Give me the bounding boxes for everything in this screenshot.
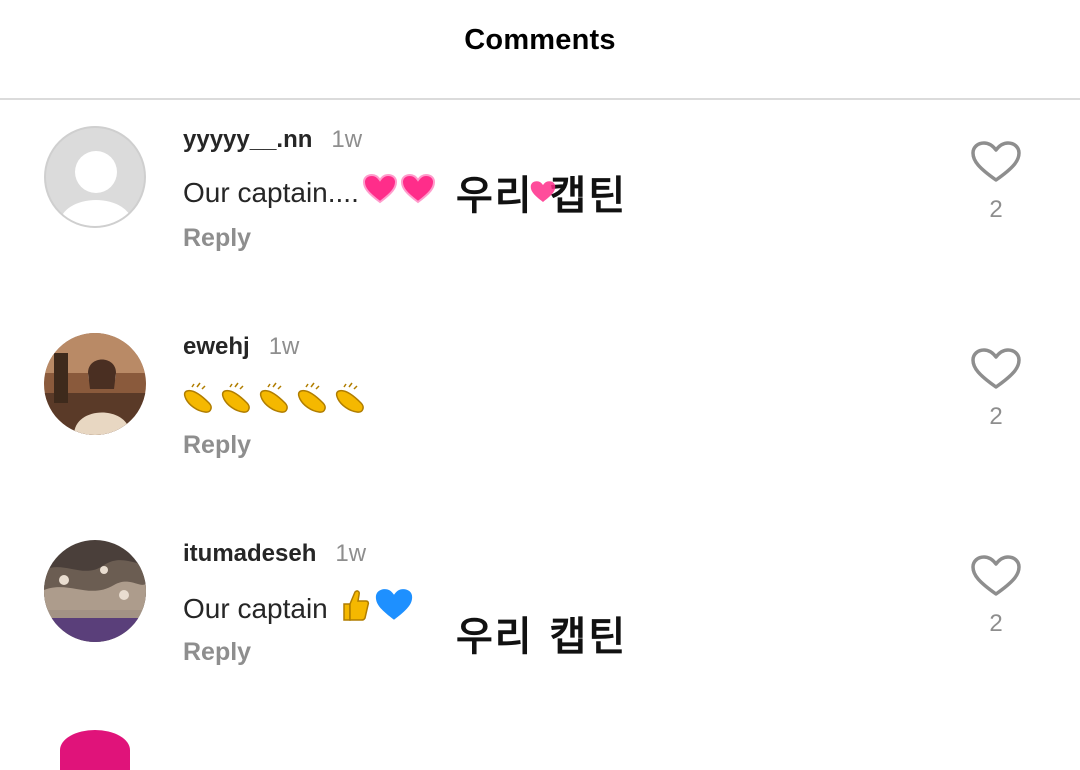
default-avatar[interactable] (44, 126, 146, 228)
blue-heart-icon (374, 588, 414, 629)
heart-icon[interactable] (970, 140, 1022, 184)
like-count: 2 (989, 610, 1003, 637)
comment-username[interactable]: yyyyy__.nn (183, 126, 312, 154)
photo-avatar[interactable] (44, 333, 146, 435)
pink-heart-icon (362, 173, 397, 211)
clapping-hands-icon (335, 381, 369, 422)
reply-button[interactable]: Reply (183, 224, 251, 253)
comment-username[interactable]: ewehj (183, 333, 250, 361)
reply-button[interactable]: Reply (183, 431, 251, 460)
page-title: Comments (464, 23, 616, 56)
clapping-hands-icon (221, 381, 255, 422)
comment-meta: itumadeseh 1w (183, 540, 366, 568)
comment-time: 1w (335, 540, 367, 567)
heart-icon[interactable] (970, 347, 1022, 391)
like-count: 2 (989, 403, 1003, 430)
thumbs-up-icon (340, 588, 370, 629)
pink-heart-icon (400, 173, 435, 211)
comment-text: Our captain.... (183, 173, 435, 211)
comment-time: 1w (331, 126, 363, 153)
photo-avatar[interactable] (44, 540, 146, 642)
comment-meta: ewehj 1w (183, 333, 299, 361)
comment-text: Our captain (183, 588, 414, 629)
like-count: 2 (989, 196, 1003, 223)
comment-text-content: Our captain (183, 592, 328, 624)
comment-text-content: Our captain.... (183, 176, 359, 208)
comment-item: ewehj 1w Reply 2 (0, 311, 1080, 491)
next-comment-avatar[interactable] (60, 730, 130, 770)
comments-header: Comments (0, 0, 1080, 100)
overlay-label: 우리 캡틴 (456, 614, 628, 660)
clapping-hands-icon (297, 381, 331, 422)
clapping-hands-icon (259, 381, 293, 422)
pink-heart-icon (530, 180, 556, 209)
comment-meta: yyyyy__.nn 1w (183, 126, 362, 154)
comment-text (183, 381, 369, 422)
reply-button[interactable]: Reply (183, 638, 251, 667)
korean-overlay-text: 우리 캡틴 (456, 604, 627, 662)
comment-username[interactable]: itumadeseh (183, 540, 316, 568)
heart-icon[interactable] (970, 554, 1022, 598)
comment-time: 1w (268, 333, 300, 360)
clapping-hands-icon (183, 381, 217, 422)
